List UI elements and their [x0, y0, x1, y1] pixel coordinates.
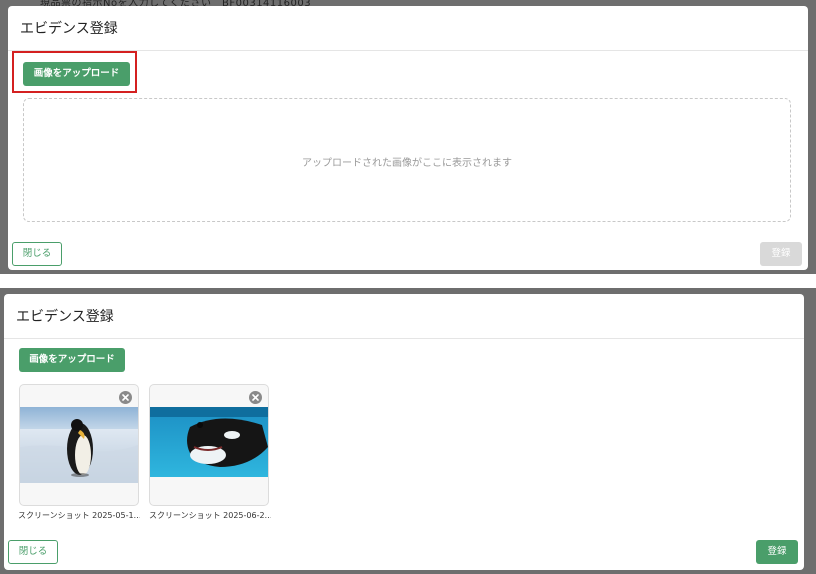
- image-thumbnail-card[interactable]: [19, 384, 139, 506]
- close-circle-icon[interactable]: [119, 391, 132, 404]
- upload-image-button[interactable]: 画像をアップロード: [19, 348, 125, 372]
- dialog-title: エビデンス登録: [20, 21, 118, 37]
- submit-button[interactable]: 登録: [760, 242, 802, 266]
- close-button[interactable]: 閉じる: [8, 540, 58, 564]
- evidence-dialog-with-images: エビデンス登録 画像をアップロード スクリーンショット 2025-05-1… ス…: [4, 294, 804, 570]
- close-circle-icon[interactable]: [249, 391, 262, 404]
- image-thumbnail-card[interactable]: [149, 384, 269, 506]
- dropzone-placeholder-text: アップロードされた画像がここに表示されます: [302, 158, 512, 169]
- dialog-title: エビデンス登録: [16, 309, 114, 325]
- penguin-image: [20, 407, 138, 483]
- image-filename: スクリーンショット 2025-06-2…: [149, 511, 271, 520]
- dialog-header: エビデンス登録: [4, 294, 804, 339]
- submit-button[interactable]: 登録: [756, 540, 798, 564]
- image-filename: スクリーンショット 2025-05-1…: [18, 511, 140, 520]
- close-button[interactable]: 閉じる: [12, 242, 62, 266]
- dialog-header: エビデンス登録: [8, 6, 808, 51]
- upload-image-button[interactable]: 画像をアップロード: [23, 62, 130, 86]
- evidence-dialog-empty: エビデンス登録 画像をアップロード アップロードされた画像がここに表示されます …: [8, 6, 808, 270]
- image-dropzone[interactable]: アップロードされた画像がここに表示されます: [23, 98, 791, 222]
- orca-image: [150, 407, 268, 477]
